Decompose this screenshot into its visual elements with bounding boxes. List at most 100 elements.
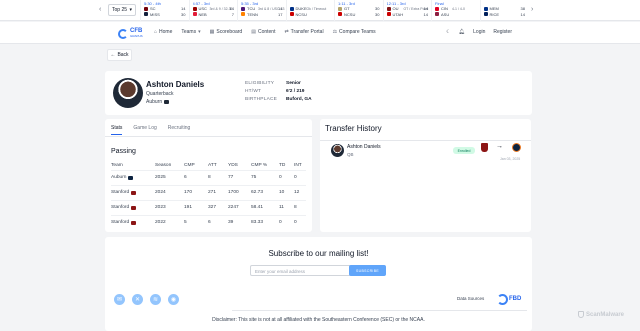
data-sources-label: Data Sources	[457, 296, 485, 301]
cell-team[interactable]: Stanford	[111, 199, 155, 215]
ticker-prev-icon[interactable]: ‹	[99, 6, 101, 13]
nav-transfer-label: Transfer Portal	[290, 29, 324, 35]
arrow-right-icon: →	[496, 143, 503, 150]
podcast-icon[interactable]: ◉	[168, 294, 179, 305]
cell-att: 271	[208, 184, 228, 200]
auburn-logo-icon	[164, 100, 170, 104]
tab-stats[interactable]: Stats	[111, 125, 123, 135]
away-score: 38	[520, 6, 525, 12]
attr-value: 6'2 / 219	[286, 89, 305, 94]
game-detail: 3rd & 9 / 32-35	[209, 7, 233, 11]
cell-season: 2025	[155, 169, 184, 185]
home-team: NEB	[198, 11, 207, 17]
ticker-game[interactable]: 4:57 - 3rd USC 14 NEB 7 3rd & 9 / 32-35	[188, 0, 238, 21]
table-row: Stanford 2022 5 6 39 83.33 0 0	[111, 214, 306, 230]
ticker-game[interactable]: 5:35 - 3rd TCU 14 TENN 17 3rd & 8 / USC 33	[237, 0, 286, 21]
cell-td: 10	[279, 184, 294, 200]
home-team: UTAH	[392, 11, 404, 17]
home-row: RICE 14	[483, 12, 525, 18]
col-cmp-pct: CMP %	[251, 162, 268, 168]
cell-cmp-pct: 75	[251, 169, 279, 185]
nav-transfer-portal[interactable]: ⇄ Transfer Portal	[284, 29, 323, 35]
ticker-next-icon[interactable]: ›	[531, 6, 533, 13]
back-button[interactable]: ← Back	[107, 49, 132, 61]
ticker-game[interactable]: 12:11 - 3rd OU 14 UTAH 14 OT / Extra Point	[382, 0, 432, 21]
attr-value: Buford, GA	[286, 97, 312, 102]
player-team-label: Auburn	[146, 99, 163, 105]
col-yds: YDS	[228, 162, 238, 168]
team-logo-icon	[131, 205, 137, 210]
nav-compare-label: Compare Teams	[339, 29, 376, 35]
home-row: NCSU	[289, 12, 332, 18]
player-team[interactable]: Auburn	[146, 99, 170, 105]
team-logo-icon	[386, 6, 391, 11]
tabs-divider	[105, 136, 312, 137]
cell-team[interactable]: Stanford	[111, 214, 155, 230]
stanford-logo-icon	[481, 143, 488, 152]
ticker-game[interactable]: Final CIN ASU 4-1 / 4-0	[431, 0, 480, 21]
ticker-game[interactable]: 5:30 - 4th SC 14 MISS 30	[140, 0, 189, 21]
transfer-player-position: QB	[347, 152, 354, 157]
table-header-row: Team Season CMP ATT YDS CMP % TD INT	[111, 161, 306, 170]
team-name: Stanford	[111, 220, 130, 226]
spotify-icon[interactable]: ≋	[150, 294, 161, 305]
nav-home[interactable]: ⌂ Home	[154, 29, 172, 35]
dark-mode-icon[interactable]: ☾	[446, 29, 450, 35]
attr-row: BIRTHPLACE Buford, GA	[245, 97, 312, 105]
home-team: ASU	[441, 11, 450, 17]
tab-recruiting[interactable]: Recruiting	[168, 125, 191, 135]
brand-logo[interactable]: CFB GRAPHS	[118, 27, 143, 40]
player-position: Quarterback	[146, 91, 174, 97]
team-name: Stanford	[111, 190, 130, 195]
nav-teams[interactable]: Teams ▾	[181, 29, 200, 35]
cell-int: 12	[294, 184, 306, 200]
attr-key: BIRTHPLACE	[245, 97, 278, 102]
home-row: NEB 7	[192, 11, 234, 18]
register-link[interactable]: Register	[493, 29, 512, 35]
attr-key: HT/WT	[245, 89, 262, 94]
fbd-text: FBD	[509, 296, 522, 302]
nav-home-label: Home	[159, 29, 173, 35]
away-team: OU	[392, 6, 399, 12]
team-logo-icon	[338, 12, 342, 17]
email-icon[interactable]: ✉	[114, 294, 125, 305]
passing-heading: Passing	[111, 148, 136, 155]
away-team: MEM	[489, 6, 499, 12]
nav-compare-teams[interactable]: ⚖ Compare Teams	[333, 29, 376, 35]
ticker-game[interactable]: MEM 38 RICE 14	[479, 0, 529, 21]
col-td: TD	[279, 162, 286, 168]
nav-content[interactable]: ▤ Content	[251, 29, 275, 35]
content-icon: ▤	[251, 29, 256, 35]
top25-select[interactable]: Top 25 ▾	[108, 4, 136, 16]
team-name: Stanford	[111, 205, 130, 210]
nav-right: ☾ 🔔︎ Login Register	[446, 29, 512, 35]
cell-att: 327	[208, 199, 228, 215]
team-logo-icon	[131, 190, 137, 195]
attr-row: ELIGIBILITY Senior	[245, 81, 312, 89]
cell-cmp: 5	[184, 214, 208, 230]
cell-team[interactable]: Stanford	[111, 184, 155, 200]
top25-label: Top 25	[112, 7, 128, 13]
cell-season: 2024	[155, 184, 184, 200]
nav-scoreboard[interactable]: ▦ Scoreboard	[210, 29, 243, 35]
home-icon: ⌂	[154, 29, 158, 35]
x-icon[interactable]: ✕	[132, 294, 143, 305]
game-detail: OT / Extra Point	[403, 7, 429, 11]
cell-yds: 39	[228, 214, 251, 230]
fbd-logo[interactable]: FBD	[497, 293, 525, 305]
ticker-game[interactable]: DUKE NCSU Ok / Timeout	[285, 0, 335, 21]
subscribe-button[interactable]: SUBSCRIBE	[349, 265, 386, 276]
tab-game-log[interactable]: Game Log	[133, 125, 156, 135]
login-link[interactable]: Login	[473, 29, 485, 35]
nav-scoreboard-label: Scoreboard	[216, 29, 243, 35]
player-name: Ashton Daniels	[146, 80, 205, 89]
cell-team[interactable]: Auburn	[111, 169, 155, 185]
bell-icon[interactable]: 🔔︎	[459, 29, 465, 35]
home-team: MISS	[150, 11, 160, 17]
email-field[interactable]: Enter your email address	[250, 265, 351, 276]
transfer-player-name[interactable]: Ashton Daniels	[347, 144, 381, 150]
ticker-game[interactable]: 1:11 - 3rd GT 30 NCSU 30	[334, 0, 383, 21]
brand-bottom: GRAPHS	[130, 33, 143, 38]
team-logo-icon	[435, 12, 439, 17]
team-logo-icon	[241, 6, 245, 11]
